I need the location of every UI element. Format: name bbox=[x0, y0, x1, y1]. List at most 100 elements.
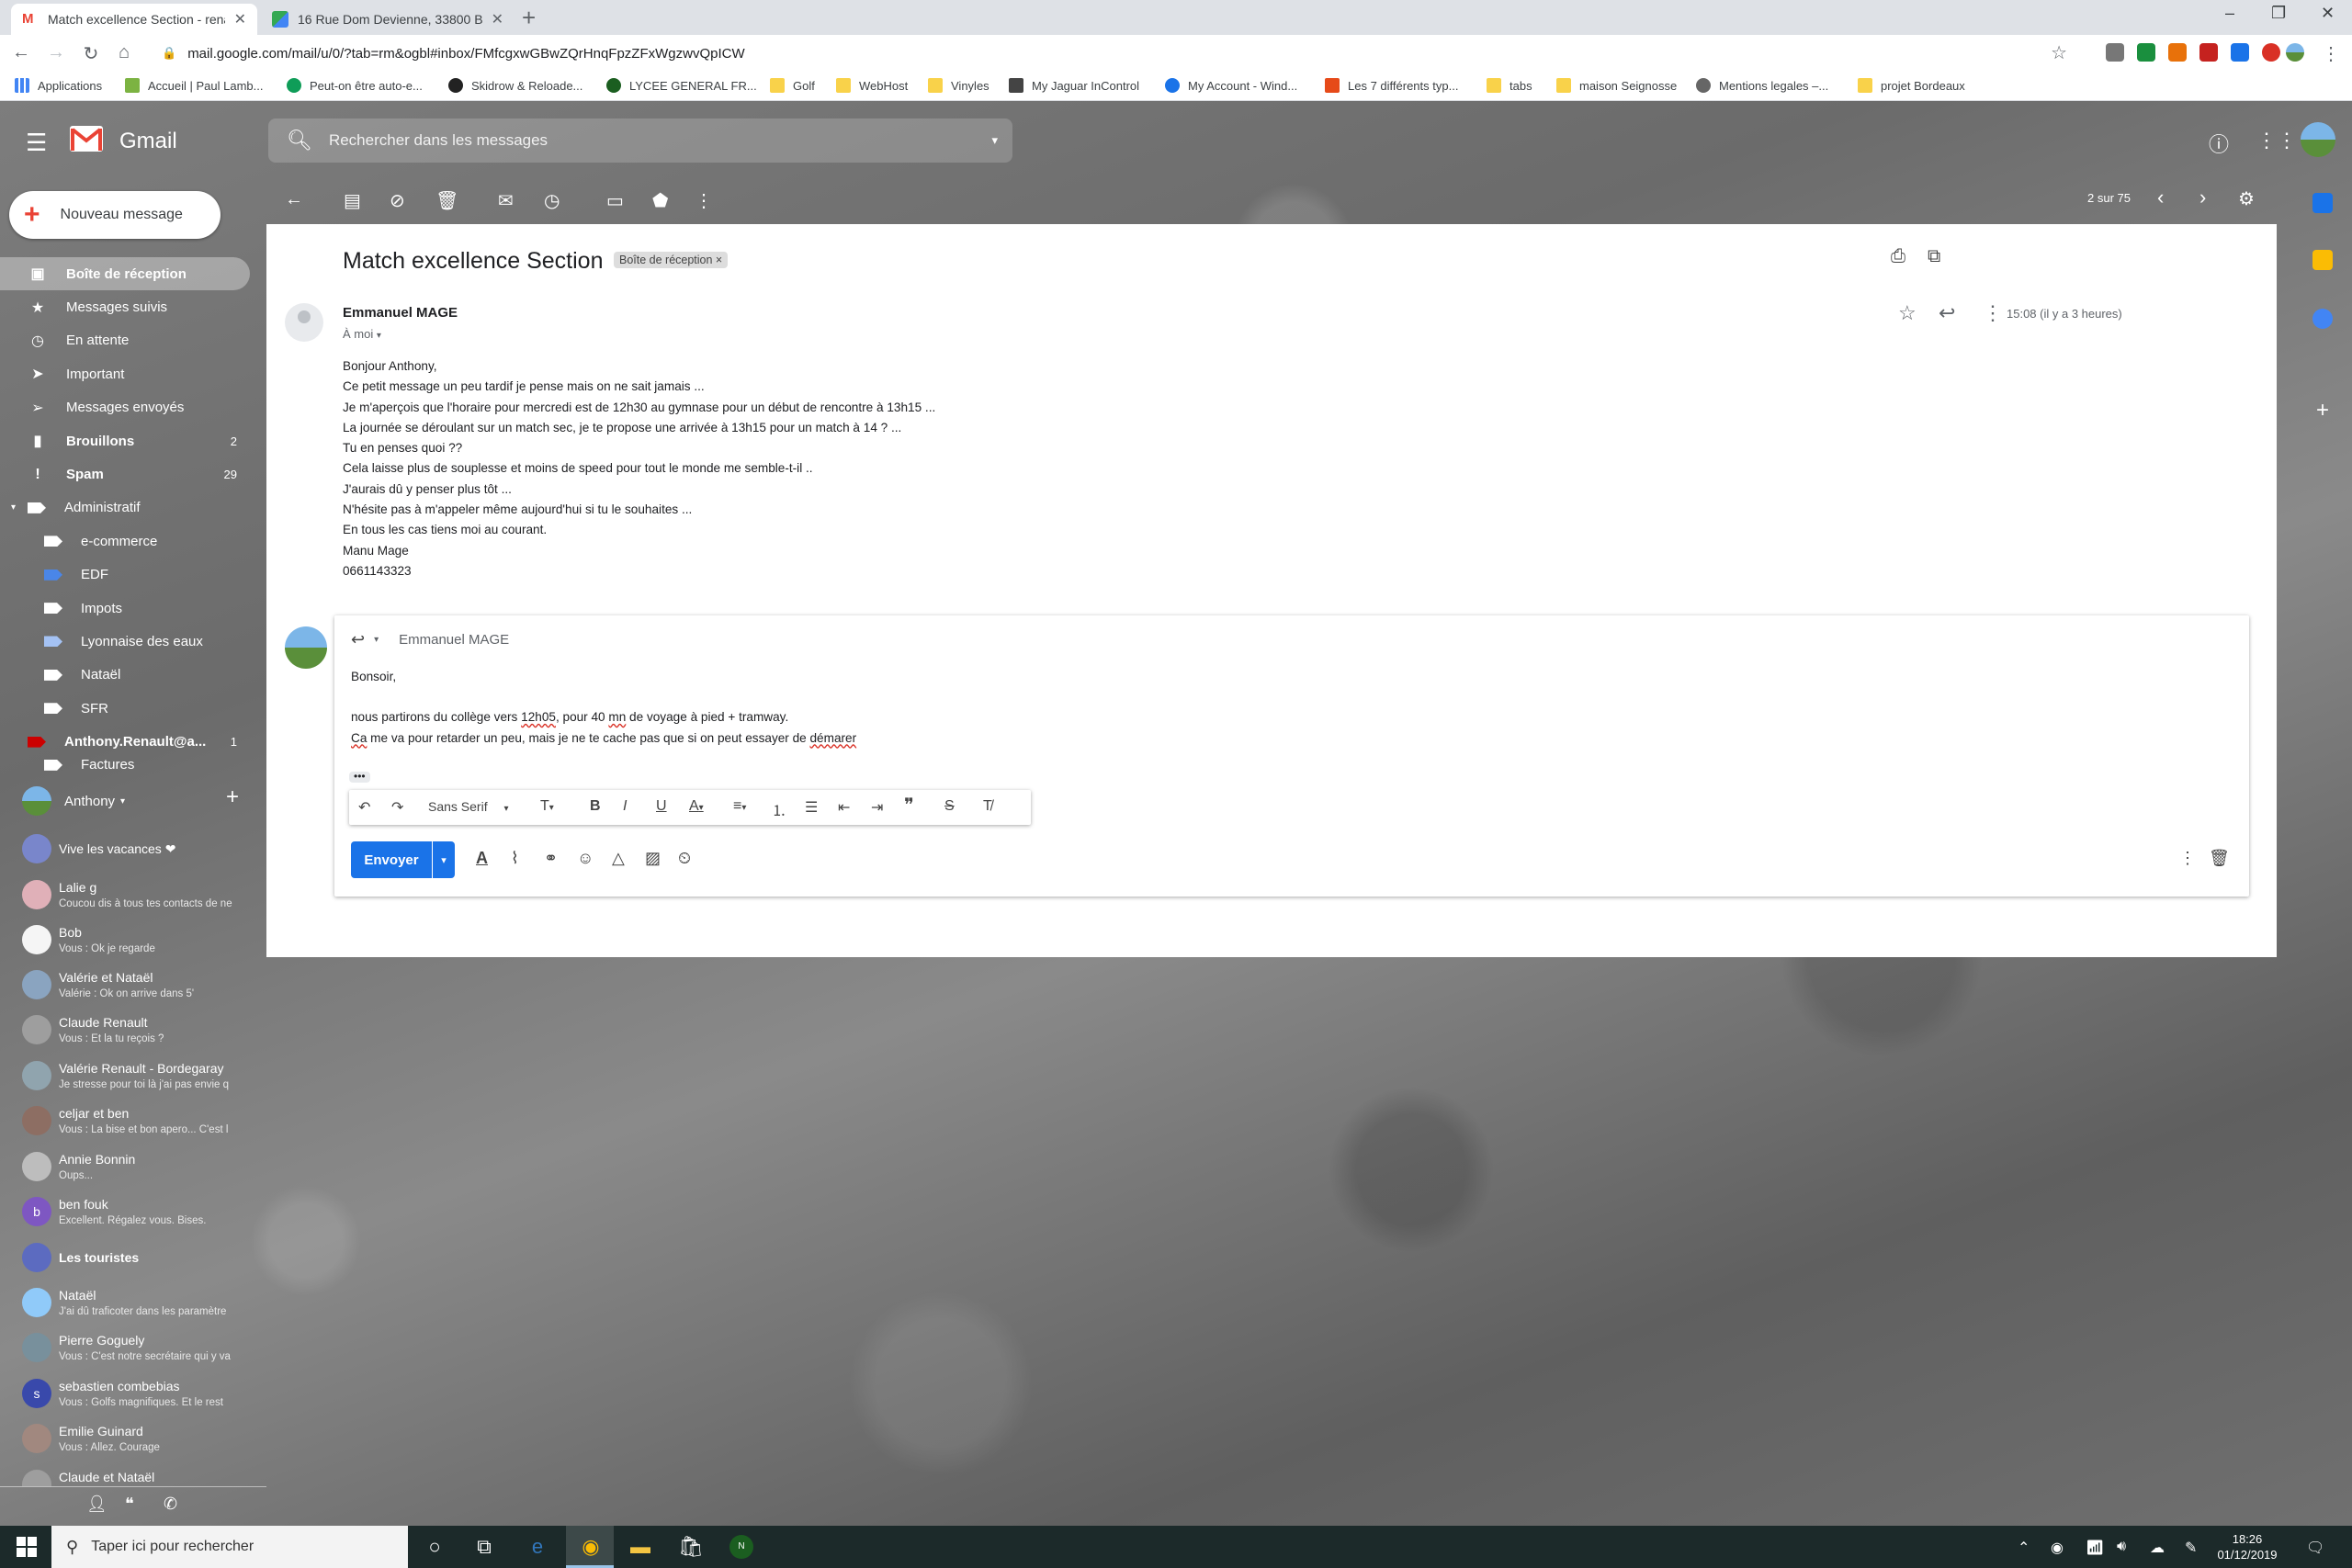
windows-start-icon[interactable] bbox=[17, 1537, 37, 1557]
bookmark-folder[interactable]: Golf bbox=[770, 78, 815, 93]
strikethrough-icon[interactable]: S bbox=[944, 798, 955, 815]
discard-draft-icon[interactable]: 🗑︎ bbox=[2209, 849, 2230, 868]
tab-maps[interactable]: 16 Rue Dom Devienne, 33800 Bo ✕ bbox=[261, 4, 514, 35]
taskbar-search[interactable]: ⚲ Taper ici pour rechercher bbox=[51, 1526, 408, 1568]
recipient-summary[interactable]: À moi ▾ bbox=[343, 327, 381, 341]
more-icon[interactable]: ⋮ bbox=[1983, 301, 2003, 325]
hangouts-contact[interactable]: Claude Renault Vous : Et la tu reçois ? bbox=[22, 1010, 252, 1054]
undo-icon[interactable]: ↶ bbox=[358, 798, 370, 817]
pen-icon[interactable]: ✎ bbox=[2185, 1539, 2197, 1557]
window-close-icon[interactable]: ✕ bbox=[2321, 4, 2335, 23]
nav-label-sfr[interactable]: SFR bbox=[0, 692, 254, 725]
hangouts-contact[interactable]: Annie Bonnin Oups... bbox=[22, 1146, 252, 1190]
redo-icon[interactable]: ↷ bbox=[391, 798, 403, 817]
extension-icon[interactable] bbox=[2262, 43, 2280, 62]
hangouts-contact[interactable]: Nataël J'ai dû traficoter dans les paramè… bbox=[22, 1282, 252, 1326]
volume-icon[interactable]: 🔊︎ bbox=[2117, 1539, 2126, 1555]
hangouts-contact[interactable]: Pierre Goguely Vous : C'est notre secréta… bbox=[22, 1327, 252, 1371]
bookmark-item[interactable]: My Account - Wind... bbox=[1165, 78, 1297, 93]
show-hidden-icons-icon[interactable]: ⌃ bbox=[2018, 1539, 2030, 1557]
back-to-inbox-icon[interactable]: ← bbox=[285, 189, 303, 210]
numbered-list-icon[interactable]: ⒈ bbox=[772, 798, 786, 820]
chevron-down-icon[interactable]: ▾ bbox=[374, 635, 379, 645]
minimize-icon[interactable]: – bbox=[2225, 4, 2234, 23]
send-options-icon[interactable]: ▾ bbox=[433, 841, 455, 878]
store-icon[interactable]: 🛍︎ bbox=[678, 1535, 704, 1559]
send-button[interactable]: Envoyer bbox=[351, 841, 432, 878]
hangouts-contact[interactable]: Valérie Renault - Bordegaray Je stresse p… bbox=[22, 1055, 252, 1100]
nav-starred[interactable]: ★ Messages suivis bbox=[0, 290, 254, 323]
apps-grid-icon[interactable]: ⋮⋮ bbox=[2256, 129, 2297, 152]
menu-kebab-icon[interactable]: ⋮ bbox=[2319, 42, 2343, 65]
attach-icon[interactable]: ⌇ bbox=[511, 849, 519, 868]
back-icon[interactable]: ← bbox=[9, 42, 33, 63]
hangouts-contact[interactable]: b ben fouk Excellent. Régalez vous. Bises. bbox=[22, 1191, 252, 1235]
compose-button[interactable]: + Nouveau message bbox=[9, 191, 220, 239]
bookmark-folder[interactable]: tabs bbox=[1487, 78, 1532, 93]
bookmark-item[interactable]: My Jaguar InControl bbox=[1009, 78, 1139, 93]
bookmark-item[interactable]: Peut-on être auto-e... bbox=[287, 78, 423, 93]
tasks-icon[interactable] bbox=[2312, 309, 2333, 329]
nav-label-ecommerce[interactable]: e-commerce bbox=[0, 525, 254, 558]
phone-icon[interactable]: ✆ bbox=[164, 1495, 177, 1514]
restore-icon[interactable]: ❐ bbox=[2271, 4, 2286, 23]
font-family-select[interactable]: Sans Serif ▾ bbox=[428, 799, 509, 814]
hangouts-contact[interactable]: Bob Vous : Ok je regarde bbox=[22, 919, 252, 964]
keep-icon[interactable] bbox=[2312, 250, 2333, 270]
labels-icon[interactable]: ⬟ bbox=[652, 189, 668, 212]
file-explorer-icon[interactable]: ▬ bbox=[628, 1535, 652, 1559]
extension-icon[interactable] bbox=[2199, 43, 2218, 62]
indent-more-icon[interactable]: ⇥ bbox=[871, 798, 883, 817]
forward-icon[interactable]: → bbox=[44, 42, 68, 63]
address-bar[interactable]: 🔒 mail.google.com/mail/u/0/?tab=rm&ogbl#… bbox=[162, 39, 2082, 67]
more-options-icon[interactable]: ⋮ bbox=[2179, 849, 2196, 868]
mail-search-input[interactable] bbox=[328, 131, 935, 150]
report-spam-icon[interactable]: ⊘ bbox=[390, 189, 405, 212]
add-chat-icon[interactable]: + bbox=[226, 784, 239, 810]
network-icon[interactable]: 📶︎ bbox=[2086, 1539, 2104, 1557]
italic-icon[interactable]: I bbox=[623, 798, 627, 815]
nav-label-anthony[interactable]: Anthony.Renault@a... 1 bbox=[0, 725, 254, 758]
text-color-icon[interactable]: A▾ bbox=[689, 798, 704, 815]
reply-composer[interactable]: ↩ ▾ Emmanuel MAGE Bonsoir, nous partiron… bbox=[334, 615, 2249, 897]
new-tab-icon[interactable]: + bbox=[522, 6, 536, 29]
hangouts-contact[interactable]: Valérie et Nataël Valérie : Ok on arrive … bbox=[22, 964, 252, 1009]
hangouts-contact[interactable]: Lalie g Coucou dis à tous tes contacts de… bbox=[22, 874, 252, 919]
nav-inbox[interactable]: ▣ Boîte de réception bbox=[0, 257, 250, 291]
print-icon[interactable]: ⎙ bbox=[1891, 246, 1905, 267]
cortana-icon[interactable]: ○ bbox=[423, 1535, 447, 1559]
app-icon[interactable]: N bbox=[729, 1535, 753, 1559]
nav-label-factures[interactable]: Factures bbox=[0, 759, 254, 772]
search-icon[interactable]: 🔍︎ bbox=[287, 129, 312, 152]
bookmark-item[interactable]: Accueil | Paul Lamb... bbox=[125, 78, 264, 93]
bookmark-item[interactable]: LYCEE GENERAL FR... bbox=[606, 78, 757, 93]
system-clock[interactable]: 18:26 01/12/2019 bbox=[2209, 1531, 2286, 1562]
bookmark-apps[interactable]: Applications bbox=[15, 78, 102, 93]
insert-link-icon[interactable]: ⚭ bbox=[544, 849, 558, 868]
hangouts-contact[interactable]: celjar et ben Vous : La bise et bon apero… bbox=[22, 1100, 252, 1145]
notifications-icon[interactable]: 🗨︎ bbox=[2306, 1539, 2324, 1557]
align-icon[interactable]: ≡▾ bbox=[733, 798, 746, 815]
extension-icon[interactable] bbox=[2231, 43, 2249, 62]
bookmark-item[interactable]: Skidrow & Reloade... bbox=[448, 78, 582, 93]
person-icon[interactable]: 👤︎ bbox=[86, 1495, 107, 1514]
snooze-icon[interactable]: ◷ bbox=[544, 189, 560, 212]
reply-recipient[interactable]: Emmanuel MAGE bbox=[399, 632, 509, 648]
confidential-mode-icon[interactable]: ⏲ bbox=[678, 849, 691, 868]
hangouts-contact[interactable]: Emilie Guinard Vous : Allez. Courage bbox=[22, 1418, 252, 1462]
home-icon[interactable]: ⌂ bbox=[112, 42, 136, 63]
bookmark-folder[interactable]: WebHost bbox=[836, 78, 908, 93]
newer-chevron-icon[interactable]: ‹ bbox=[2157, 186, 2164, 209]
nav-label-administratif[interactable]: ▾ Administratif bbox=[0, 491, 254, 525]
move-to-icon[interactable]: ▭ bbox=[606, 189, 624, 212]
search-options-icon[interactable]: ▾ bbox=[991, 133, 998, 148]
nav-important[interactable]: ➤ Important bbox=[0, 357, 254, 390]
main-menu-icon[interactable]: ☰ bbox=[26, 129, 47, 157]
archive-icon[interactable]: ▤ bbox=[344, 189, 361, 212]
tab-gmail[interactable]: M Match excellence Section - renau ✕ bbox=[11, 4, 257, 35]
formatting-options-icon[interactable]: A bbox=[476, 849, 488, 868]
indent-less-icon[interactable]: ⇤ bbox=[838, 798, 850, 817]
nav-drafts[interactable]: ▮ Brouillons 2 bbox=[0, 424, 254, 457]
bookmark-star-icon[interactable]: ☆ bbox=[2051, 41, 2067, 64]
collapse-caret-icon[interactable]: ▾ bbox=[11, 502, 16, 513]
